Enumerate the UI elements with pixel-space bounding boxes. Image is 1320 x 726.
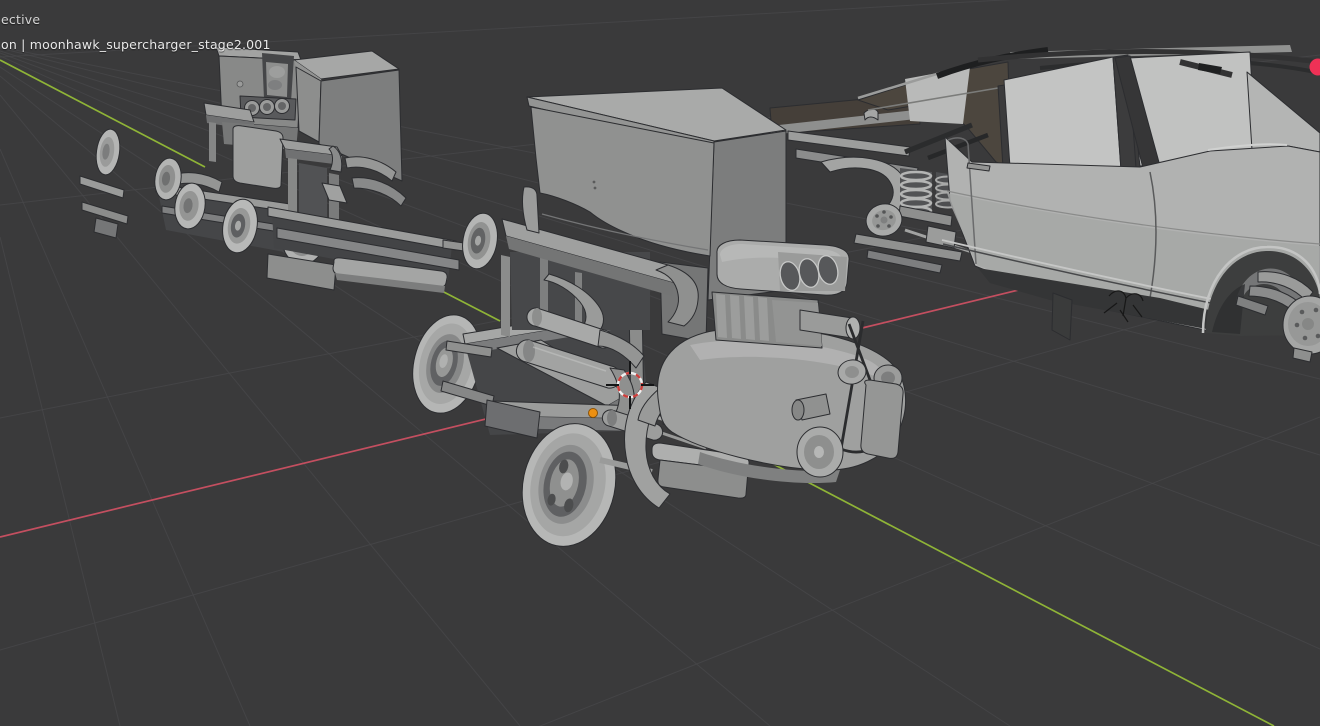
viewport-canvas[interactable] xyxy=(0,0,1320,726)
active-object-label: on | moonhawk_supercharger_stage2.001 xyxy=(1,37,271,52)
object-origin-dot[interactable] xyxy=(588,408,598,418)
view-perspective-label: ective xyxy=(1,12,41,27)
seat-panel xyxy=(232,125,284,189)
blender-3d-viewport[interactable]: ective on | moonhawk_supercharger_stage2… xyxy=(0,0,1320,726)
